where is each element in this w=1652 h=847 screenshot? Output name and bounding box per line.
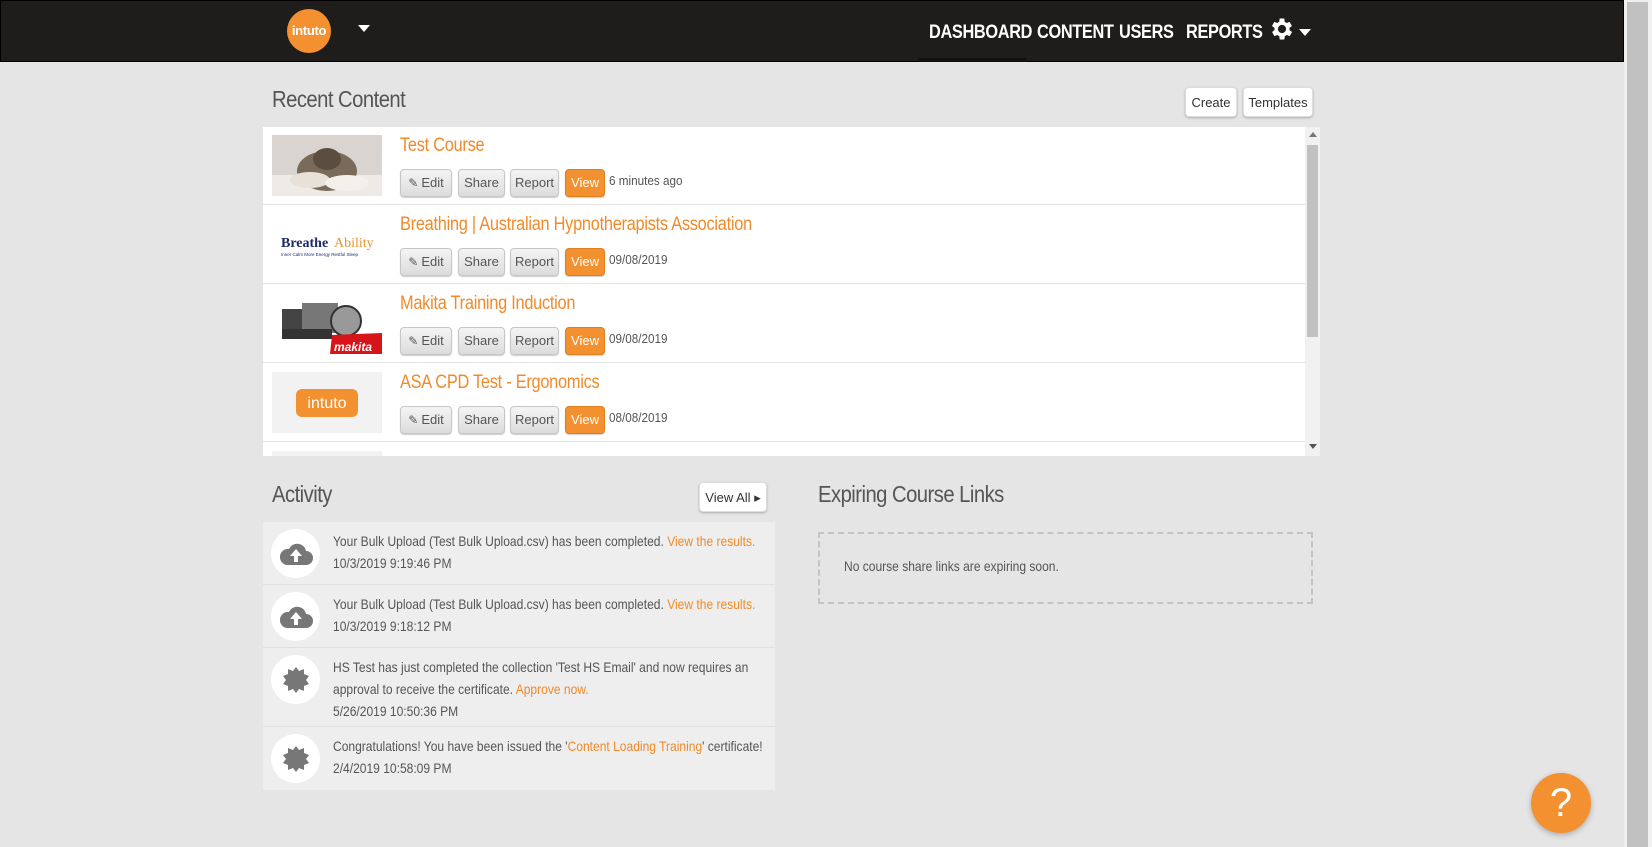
view-results-link[interactable]: View the results. (667, 533, 755, 549)
svg-text:makita: makita (334, 340, 372, 354)
content-date: 08/08/2019 (609, 410, 668, 425)
nav-reports[interactable]: REPORTS (1186, 21, 1263, 45)
pencil-icon: ✎ (408, 255, 419, 269)
activity-feed: Your Bulk Upload (Test Bulk Upload.csv) … (263, 522, 775, 790)
view-button[interactable]: View (565, 169, 605, 197)
share-button[interactable]: Share (458, 248, 505, 276)
badge-icon (271, 655, 320, 704)
activity-text: Congratulations! You have been issued th… (333, 738, 763, 776)
settings-dropdown-caret-icon[interactable] (1299, 29, 1311, 36)
svg-text:Breathe: Breathe (281, 236, 328, 251)
content-row-partial (263, 443, 1305, 456)
caret-right-icon: ▸ (754, 490, 761, 505)
recent-content-list: Test Course ✎ Edit Share Report View 6 mi… (263, 127, 1320, 456)
intuto-logo[interactable]: intuto (287, 9, 331, 53)
activity-item: HS Test has just completed the collectio… (263, 648, 775, 727)
svg-text:Inner Calm More Energy Restf: Inner Calm More Energy Restful Sleep (281, 252, 359, 257)
activity-time: 2/4/2019 10:58:09 PM (333, 760, 452, 776)
expiring-empty-text: No course share links are expiring soon. (844, 558, 1059, 574)
help-button[interactable]: ? (1531, 773, 1591, 833)
activity-item: Congratulations! You have been issued th… (263, 727, 775, 790)
content-thumbnail[interactable] (272, 135, 382, 196)
view-button[interactable]: View (565, 248, 605, 276)
content-thumbnail[interactable]: intuto (272, 372, 382, 433)
report-button[interactable]: Report (510, 327, 559, 355)
scroll-down-arrow-icon[interactable] (1309, 444, 1317, 449)
content-thumbnail[interactable]: makita (272, 293, 382, 354)
activity-item: Your Bulk Upload (Test Bulk Upload.csv) … (263, 522, 775, 585)
activity-title: Activity (272, 481, 332, 507)
content-title[interactable]: Test Course (400, 135, 485, 157)
approve-now-link[interactable]: Approve now. (516, 681, 589, 697)
content-date: 6 minutes ago (609, 173, 683, 188)
cloud-upload-icon (271, 529, 320, 578)
scroll-up-arrow-icon[interactable] (1309, 132, 1317, 137)
view-button[interactable]: View (565, 406, 605, 434)
content-row: makita Makita Training Induction ✎ Edit S… (263, 285, 1305, 363)
pencil-icon: ✎ (408, 176, 419, 190)
share-button[interactable]: Share (458, 169, 505, 197)
view-results-link[interactable]: View the results. (667, 596, 755, 612)
report-button[interactable]: Report (510, 169, 559, 197)
recent-content-title: Recent Content (272, 86, 406, 112)
view-all-button[interactable]: View All ▸ (699, 482, 767, 512)
edit-button[interactable]: ✎ Edit (400, 248, 452, 276)
cloud-upload-icon (271, 592, 320, 641)
nav-active-indicator (919, 58, 1027, 62)
gear-icon[interactable] (1268, 15, 1296, 43)
logo-dropdown-caret-icon[interactable] (358, 25, 370, 32)
activity-text: HS Test has just completed the collectio… (333, 659, 749, 719)
content-thumbnail (272, 451, 382, 456)
top-nav-bar (0, 0, 1624, 62)
content-thumbnail[interactable]: Breathe Ability Inner Calm More Energy R… (272, 214, 382, 275)
content-title[interactable]: Makita Training Induction (400, 293, 575, 315)
activity-text: Your Bulk Upload (Test Bulk Upload.csv) … (333, 533, 756, 571)
edit-button[interactable]: ✎ Edit (400, 406, 452, 434)
content-title[interactable]: ASA CPD Test - Ergonomics (400, 372, 600, 394)
activity-time: 5/26/2019 10:50:36 PM (333, 703, 459, 719)
activity-item: Your Bulk Upload (Test Bulk Upload.csv) … (263, 585, 775, 648)
expiring-links-box: No course share links are expiring soon. (818, 532, 1313, 604)
nav-content[interactable]: CONTENT (1037, 21, 1114, 45)
certificate-link[interactable]: Content Loading Training (568, 738, 703, 754)
share-button[interactable]: Share (458, 327, 505, 355)
content-row: Breathe Ability Inner Calm More Energy R… (263, 206, 1305, 284)
edit-button[interactable]: ✎ Edit (400, 327, 452, 355)
badge-icon (271, 734, 320, 783)
templates-button[interactable]: Templates (1243, 87, 1313, 117)
page-scrollbar-thumb[interactable] (1627, 2, 1648, 847)
content-date: 09/08/2019 (609, 331, 668, 346)
expiring-links-title: Expiring Course Links (818, 481, 1004, 507)
content-list-scrollbar-thumb[interactable] (1307, 145, 1318, 337)
report-button[interactable]: Report (510, 248, 559, 276)
nav-users[interactable]: USERS (1119, 21, 1174, 45)
edit-button[interactable]: ✎ Edit (400, 169, 452, 197)
report-button[interactable]: Report (510, 406, 559, 434)
content-row: intuto ASA CPD Test - Ergonomics ✎ Edit S… (263, 364, 1305, 442)
content-title[interactable]: Breathing | Australian Hypnotherapists A… (400, 214, 752, 236)
activity-text: Your Bulk Upload (Test Bulk Upload.csv) … (333, 596, 756, 634)
nav-dashboard[interactable]: DASHBOARD (929, 21, 1032, 45)
create-button[interactable]: Create (1185, 87, 1237, 117)
svg-text:intuto: intuto (307, 395, 346, 412)
view-button[interactable]: View (565, 327, 605, 355)
svg-text:Ability: Ability (334, 236, 374, 251)
share-button[interactable]: Share (458, 406, 505, 434)
content-row: Test Course ✎ Edit Share Report View 6 mi… (263, 127, 1305, 205)
pencil-icon: ✎ (408, 413, 419, 427)
activity-time: 10/3/2019 9:19:46 PM (333, 555, 452, 571)
activity-time: 10/3/2019 9:18:12 PM (333, 618, 452, 634)
pencil-icon: ✎ (408, 334, 419, 348)
content-date: 09/08/2019 (609, 252, 668, 267)
